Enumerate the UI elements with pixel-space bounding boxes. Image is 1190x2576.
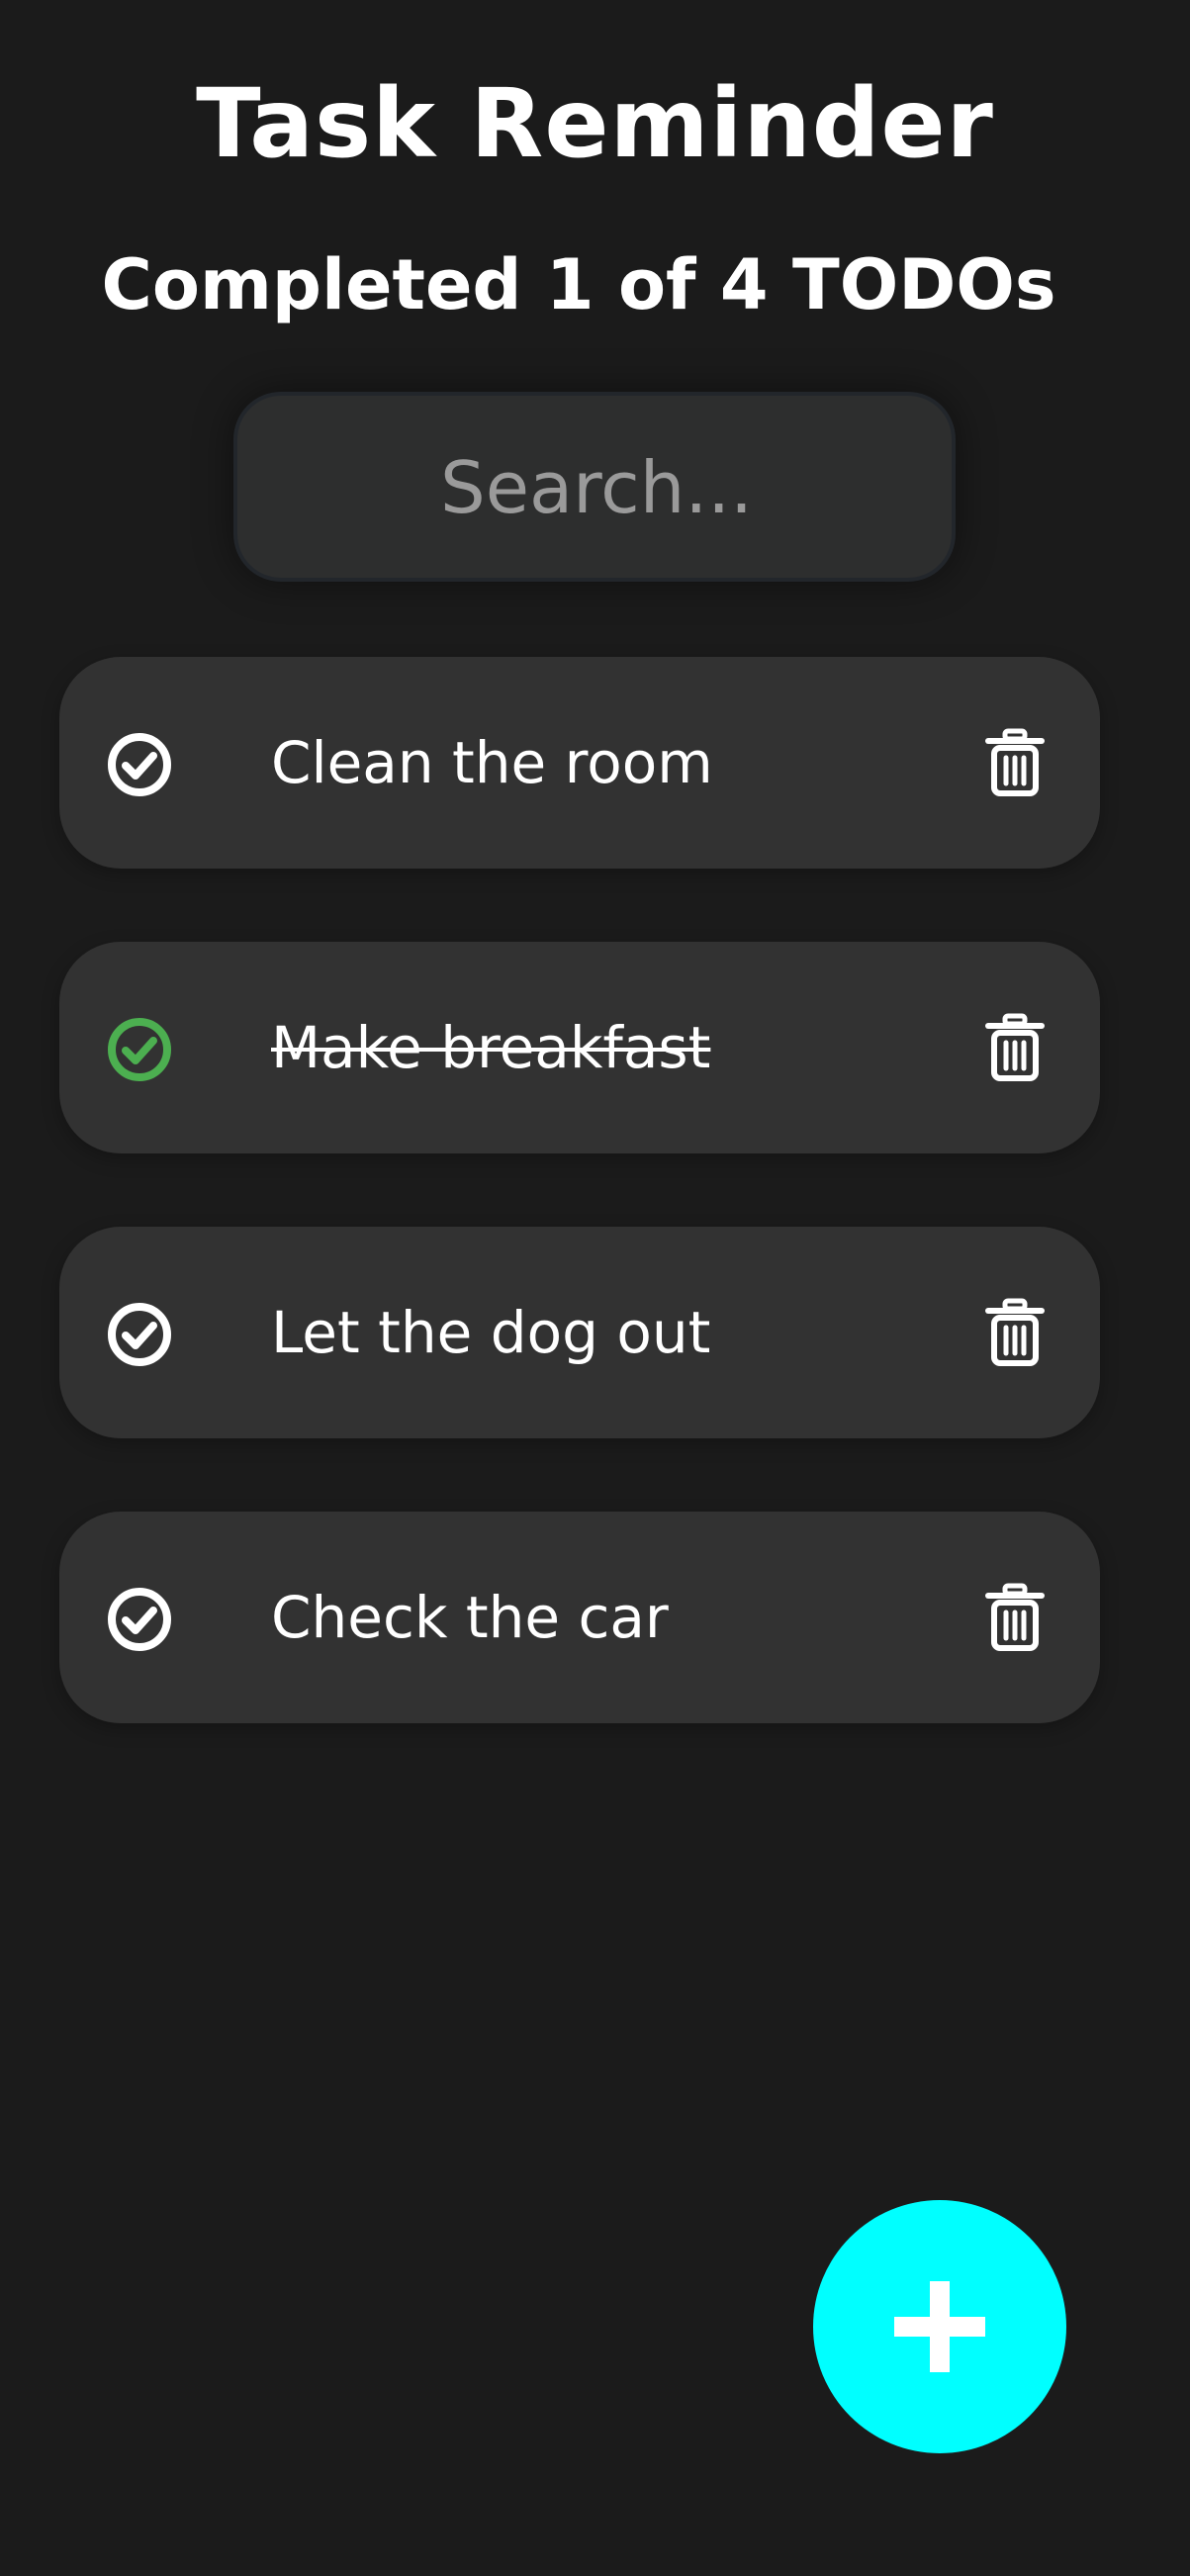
- completion-counter: Completed 1 of 4 TODOs: [101, 244, 1056, 325]
- check-circle-icon[interactable]: [107, 1587, 172, 1652]
- check-circle-icon[interactable]: [107, 732, 172, 797]
- search-input[interactable]: [237, 396, 956, 580]
- check-circle-icon[interactable]: [107, 1017, 172, 1082]
- todo-item: Let the dog out: [59, 1227, 1100, 1438]
- todo-item: Clean the room: [59, 657, 1100, 869]
- todo-list: Clean the room Make breakfast Let the do…: [59, 657, 1100, 1796]
- todo-text: Clean the room: [271, 729, 713, 796]
- page-title: Task Reminder: [196, 68, 994, 179]
- todo-item: Make breakfast: [59, 942, 1100, 1153]
- trash-icon[interactable]: [985, 1583, 1045, 1652]
- app-screen: Task Reminder Completed 1 of 4 TODOs Cle…: [0, 0, 1190, 2576]
- todo-text: Make breakfast: [271, 1014, 711, 1081]
- plus-icon: [894, 2281, 985, 2372]
- add-todo-button[interactable]: [813, 2200, 1066, 2453]
- check-circle-icon[interactable]: [107, 1302, 172, 1367]
- todo-text: Let the dog out: [271, 1299, 711, 1366]
- todo-text: Check the car: [271, 1584, 669, 1651]
- trash-icon[interactable]: [985, 728, 1045, 797]
- trash-icon[interactable]: [985, 1298, 1045, 1367]
- todo-item: Check the car: [59, 1512, 1100, 1723]
- trash-icon[interactable]: [985, 1013, 1045, 1082]
- search-box: [233, 392, 956, 582]
